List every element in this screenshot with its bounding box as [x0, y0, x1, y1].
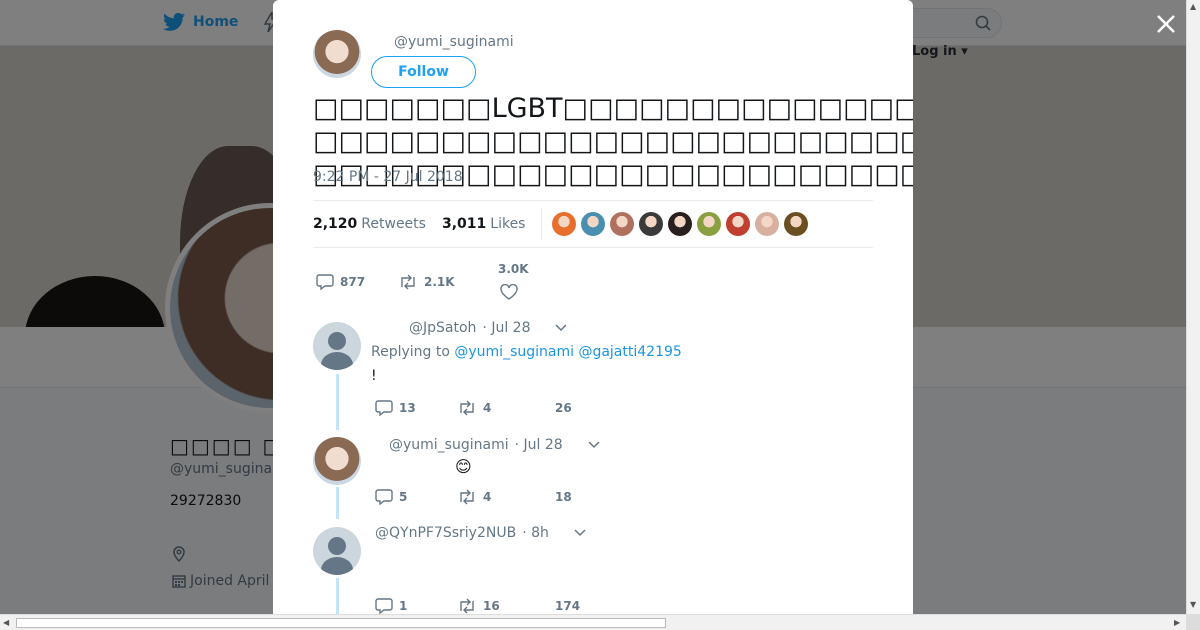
reply-actions: 1 16 174 — [375, 598, 637, 614]
liker-avatar[interactable] — [552, 212, 577, 236]
tweet-timestamp[interactable]: 9:22 PM - 27 Jul 2018 — [313, 169, 463, 185]
retweet-action[interactable]: 16 — [457, 598, 555, 614]
reply-count: 13 — [399, 401, 416, 415]
like-count: 18 — [555, 490, 572, 504]
heart-icon — [500, 284, 518, 300]
reply-date[interactable]: · Jul 28 — [515, 437, 563, 453]
reply-action[interactable]: 5 — [375, 489, 457, 505]
like-action[interactable]: 26 — [555, 401, 637, 415]
reply-count: 877 — [340, 275, 366, 289]
reply-count: 1 — [399, 599, 408, 613]
vertical-scrollbar[interactable]: ▲ ▼ — [1186, 0, 1200, 614]
liker-avatar[interactable] — [755, 212, 780, 236]
reply-date[interactable]: · 8h — [522, 525, 549, 541]
login-button[interactable]: Log in ▾ — [912, 44, 968, 59]
retweet-icon — [460, 400, 474, 416]
reply-count: 5 — [399, 490, 408, 504]
retweet-count: 16 — [483, 599, 500, 613]
liker-avatar[interactable] — [726, 212, 751, 236]
scroll-right-icon[interactable]: ▶ — [1174, 618, 1180, 627]
reply-text: 😊 — [455, 457, 472, 476]
follow-button[interactable]: Follow — [371, 56, 476, 88]
chevron-down-icon: ▾ — [961, 44, 968, 59]
reply-action[interactable]: 1 — [375, 598, 457, 614]
replying-label: Replying to — [371, 344, 450, 360]
reply-avatar[interactable] — [313, 527, 361, 575]
scroll-down-icon[interactable]: ▼ — [1190, 600, 1196, 609]
reply-header: @JpSatoh · Jul 28 — [409, 320, 568, 336]
thread-line — [336, 487, 339, 519]
likes-stat[interactable]: 3,011 Likes — [442, 216, 526, 232]
likes-count: 3,011 — [441, 216, 487, 232]
likes-label: Likes — [490, 216, 526, 232]
retweets-count: 2,120 — [313, 216, 358, 232]
retweet-action[interactable]: 2.1K — [398, 274, 490, 290]
scroll-up-icon[interactable]: ▲ — [1190, 2, 1196, 11]
reply-item[interactable]: @QYnPF7Ssriy2NUB · 8h — [313, 525, 873, 607]
liker-avatars — [552, 212, 809, 236]
chevron-down-icon[interactable] — [554, 323, 568, 333]
close-icon — [1157, 15, 1175, 33]
like-count: 3.0K — [498, 262, 529, 276]
like-action[interactable]: 174 — [555, 599, 637, 613]
tweet-stats: 2,120 Retweets 3,011 Likes — [313, 200, 873, 248]
reply-icon — [375, 598, 393, 614]
like-count: 26 — [555, 401, 572, 415]
thread-line — [336, 578, 339, 614]
chevron-down-icon[interactable] — [573, 528, 587, 538]
reply-header: @QYnPF7Ssriy2NUB · 8h — [375, 525, 587, 541]
reply-handle[interactable]: @yumi_suginami — [389, 437, 509, 453]
login-label: Log in — [912, 44, 957, 59]
retweet-action[interactable]: 4 — [457, 489, 555, 505]
stats-divider — [541, 208, 543, 240]
reply-item[interactable]: @yumi_suginami · Jul 28 😊 — [313, 437, 873, 517]
retweets-label: Retweets — [361, 216, 426, 232]
retweet-count: 4 — [483, 401, 492, 415]
tweet-author-handle[interactable]: @yumi_suginami — [394, 34, 514, 50]
tweet-actions: 877 2.1K 3.0K — [316, 262, 550, 302]
tweet-author-avatar[interactable] — [313, 30, 361, 78]
retweet-count: 2.1K — [424, 275, 455, 289]
scrollbar-corner — [1186, 614, 1200, 630]
like-count: 174 — [555, 599, 581, 613]
horizontal-scroll-thumb[interactable] — [16, 618, 666, 628]
retweet-action[interactable]: 4 — [457, 400, 555, 416]
reply-header: @yumi_suginami · Jul 28 — [389, 437, 601, 453]
thread-line — [336, 374, 339, 430]
liker-avatar[interactable] — [784, 212, 809, 236]
like-action[interactable]: 18 — [555, 490, 637, 504]
scroll-left-icon[interactable]: ◀ — [3, 618, 9, 627]
liker-avatar[interactable] — [668, 212, 693, 236]
reply-actions: 13 4 26 — [375, 400, 637, 416]
close-button[interactable] — [1154, 12, 1178, 36]
tweet-modal: @yumi_suginami Follow □□□□□□□LGBT□□□□□□□… — [273, 0, 913, 614]
retweet-icon — [460, 489, 474, 505]
liker-avatar[interactable] — [610, 212, 635, 236]
reply-avatar[interactable] — [313, 322, 361, 370]
liker-avatar[interactable] — [581, 212, 606, 236]
reply-icon — [375, 489, 393, 505]
reply-date[interactable]: · Jul 28 — [482, 320, 530, 336]
chevron-down-icon[interactable] — [587, 440, 601, 450]
reply-actions: 5 4 18 — [375, 489, 637, 505]
reply-icon — [316, 274, 334, 290]
reply-text: ! — [371, 368, 377, 384]
reply-handle[interactable]: @JpSatoh — [409, 320, 476, 336]
liker-avatar[interactable] — [697, 212, 722, 236]
reply-icon — [375, 400, 393, 416]
retweet-count: 4 — [483, 490, 492, 504]
like-action[interactable]: 3.0K — [490, 262, 550, 302]
replying-to: Replying to @yumi_suginami @gajatti42195 — [371, 344, 682, 360]
reply-handle[interactable]: @QYnPF7Ssriy2NUB — [375, 525, 516, 541]
replying-mentions[interactable]: @yumi_suginami @gajatti42195 — [454, 344, 681, 360]
reply-avatar[interactable] — [313, 437, 361, 485]
reply-action[interactable]: 877 — [316, 274, 398, 290]
horizontal-scrollbar[interactable]: ◀ ▶ — [0, 614, 1186, 630]
retweet-icon — [460, 598, 474, 614]
liker-avatar[interactable] — [639, 212, 664, 236]
retweets-stat[interactable]: 2,120 Retweets — [313, 216, 426, 232]
reply-action[interactable]: 13 — [375, 400, 457, 416]
retweet-icon — [401, 274, 415, 290]
